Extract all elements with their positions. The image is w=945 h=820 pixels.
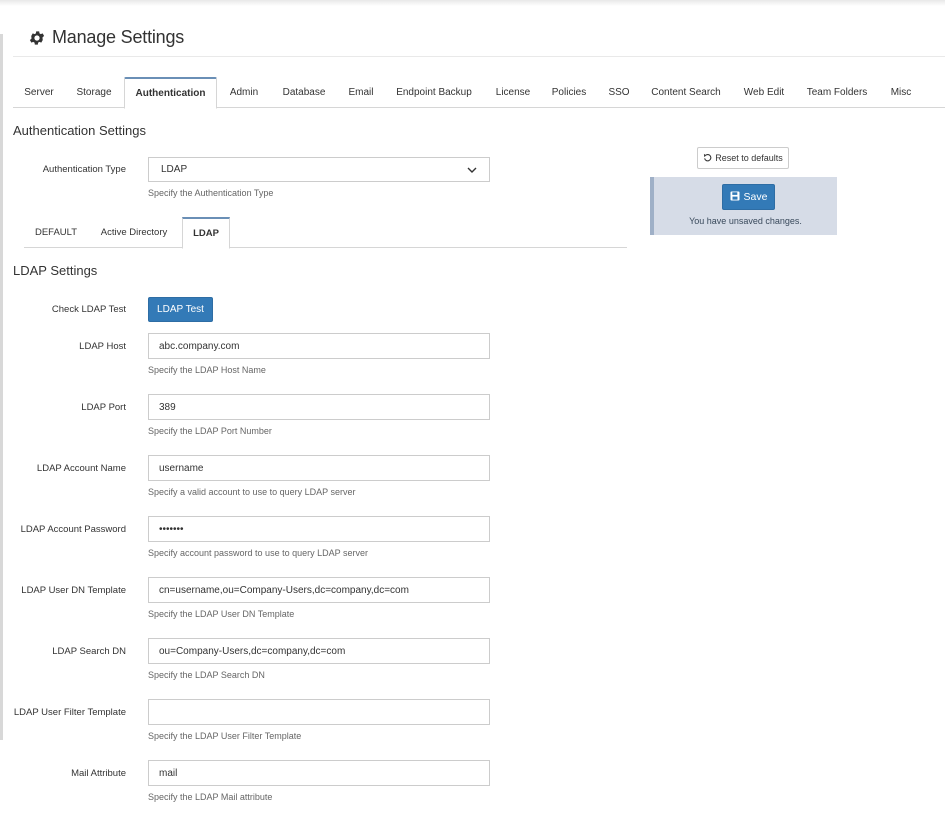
left-edge	[0, 34, 3, 740]
ldap-account-name-label: LDAP Account Name	[36, 463, 126, 474]
ldap-user-dn-template-help: Specify the LDAP User DN Template	[148, 609, 295, 619]
floppy-disk-icon	[730, 191, 740, 204]
tab-sso[interactable]: SSO	[603, 77, 635, 108]
ldap-search-dn-help: Specify the LDAP Search DN	[148, 670, 265, 680]
tab-web-edit[interactable]: Web Edit	[739, 77, 789, 108]
tab-endpoint-backup[interactable]: Endpoint Backup	[390, 77, 478, 108]
tab-admin[interactable]: Admin	[219, 77, 269, 108]
ldap-test-button[interactable]: LDAP Test	[148, 297, 213, 322]
ldap-section-title: LDAP Settings	[13, 263, 98, 278]
ldap-user-dn-template-input[interactable]: cn=username,ou=Company-Users,dc=company,…	[148, 577, 490, 603]
chevron-down-icon	[467, 165, 477, 175]
tab-policies[interactable]: Policies	[545, 77, 593, 108]
ldap-account-name-input[interactable]: username	[148, 455, 490, 481]
ldap-user-filter-template-input[interactable]	[148, 699, 490, 725]
unsaved-changes-text: You have unsaved changes.	[689, 216, 802, 226]
tab-storage[interactable]: Storage	[66, 77, 122, 108]
undo-icon	[703, 153, 712, 164]
ldap-search-dn-input[interactable]: ou=Company-Users,dc=company,dc=com	[148, 638, 490, 664]
main-tab-bar: Server Storage Authentication Admin Data…	[13, 77, 945, 109]
ldap-port-input[interactable]: 389	[148, 394, 490, 420]
ldap-account-password-help: Specify account password to use to query…	[148, 548, 368, 558]
ldap-port-label: LDAP Port	[81, 402, 126, 413]
ldap-host-input[interactable]: abc.company.com	[148, 333, 490, 359]
gear-icon	[28, 29, 46, 47]
header-divider	[13, 56, 945, 57]
page-title: Manage Settings	[52, 27, 185, 47]
tab-license[interactable]: License	[487, 77, 539, 108]
tab-misc[interactable]: Misc	[885, 77, 917, 108]
auth-section-title: Authentication Settings	[13, 123, 146, 138]
ldap-port-help: Specify the LDAP Port Number	[148, 426, 272, 436]
auth-type-select[interactable]: LDAP	[148, 157, 490, 182]
tab-authentication[interactable]: Authentication	[124, 77, 217, 109]
ldap-search-dn-label: LDAP Search DN	[52, 646, 126, 657]
check-ldap-label: Check LDAP Test	[51, 304, 126, 315]
auth-type-value: LDAP	[161, 164, 188, 175]
tab-server[interactable]: Server	[13, 77, 65, 108]
auth-type-label: Authentication Type	[42, 164, 126, 175]
top-shadow	[0, 0, 945, 6]
ldap-account-name-help: Specify a valid account to use to query …	[148, 487, 356, 497]
subtab-default[interactable]: DEFAULT	[24, 217, 88, 248]
tab-content-search[interactable]: Content Search	[646, 77, 726, 108]
ldap-account-password-input[interactable]: •••••••	[148, 516, 490, 542]
reset-to-defaults-button[interactable]: Reset to defaults	[697, 147, 789, 169]
ldap-host-label: LDAP Host	[79, 341, 126, 352]
auth-type-help: Specify the Authentication Type	[148, 188, 274, 198]
ldap-host-help: Specify the LDAP Host Name	[148, 365, 266, 375]
ldap-account-password-label: LDAP Account Password	[20, 524, 126, 535]
ldap-user-dn-template-label: LDAP User DN Template	[21, 585, 126, 596]
save-panel: Save You have unsaved changes.	[650, 177, 837, 235]
mail-attribute-label: Mail Attribute	[71, 768, 126, 779]
mail-attribute-input[interactable]: mail	[148, 760, 490, 786]
auth-subtab-bar: DEFAULT Active Directory LDAP	[24, 217, 627, 249]
ldap-user-filter-template-label: LDAP User Filter Template	[13, 707, 126, 718]
mail-attribute-help: Specify the LDAP Mail attribute	[148, 792, 273, 802]
tab-database[interactable]: Database	[275, 77, 333, 108]
tab-team-folders[interactable]: Team Folders	[802, 77, 872, 108]
ldap-user-filter-template-help: Specify the LDAP User Filter Template	[148, 731, 302, 741]
page-header: Manage Settings	[28, 27, 184, 48]
subtab-ldap[interactable]: LDAP	[182, 217, 230, 249]
save-button[interactable]: Save	[722, 184, 775, 210]
subtab-active-directory[interactable]: Active Directory	[92, 217, 176, 248]
tab-email[interactable]: Email	[339, 77, 383, 108]
save-label: Save	[743, 191, 768, 203]
reset-label: Reset to defaults	[715, 153, 783, 163]
